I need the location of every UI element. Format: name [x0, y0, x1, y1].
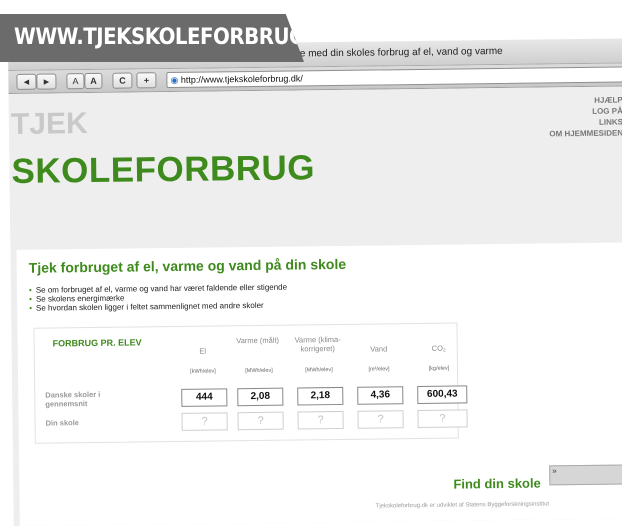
- consumption-table: FORBRUG PR. ELEV El Varme (målt) Varme (…: [33, 322, 468, 444]
- address-bar[interactable]: ◉ http://www.tjekskoleforbrug.dk/: [166, 66, 622, 89]
- unit-vand: [m³/elev]: [368, 366, 390, 373]
- feature-list: Se om forbruget af el, varme og vand har…: [29, 283, 287, 313]
- column-header-co2: CO₂: [431, 343, 446, 353]
- text-smaller-button[interactable]: A: [66, 73, 85, 90]
- web-page: TJEK SKOLEFORBRUG HJÆLP LOG PÅ LINKS OM …: [8, 86, 622, 526]
- unit-varme-maalt: [MWh/elev]: [245, 367, 273, 375]
- reload-button[interactable]: C: [112, 72, 133, 89]
- value-vand-average: 4,36: [357, 386, 404, 405]
- value-co2-average: 600,43: [417, 385, 468, 405]
- row-label-your-school: Din skole: [45, 418, 80, 428]
- column-header-vand: Vand: [370, 344, 388, 354]
- value-varme-klima-your-school: ?: [297, 410, 344, 430]
- browser-window: Tjekskoleforbrug :: Hold øje med din sko…: [8, 38, 622, 526]
- add-bookmark-button[interactable]: +: [136, 72, 157, 89]
- unit-el: [kWh/elev]: [190, 368, 216, 375]
- nav-help[interactable]: HJÆLP: [549, 94, 622, 106]
- footer-credit: Tjekskoleforbrug.dk er udviklet af State…: [375, 501, 550, 510]
- site-url-banner: WWW.TJEKSKOLEFORBRUG.DK: [0, 14, 304, 62]
- table-title: FORBRUG PR. ELEV: [52, 337, 142, 349]
- row-label-average: Danske skoler i gennemsnit: [45, 389, 101, 409]
- value-co2-your-school: ?: [417, 409, 468, 429]
- value-el-average: 444: [181, 388, 228, 407]
- column-header-varme-maalt: Varme (målt): [236, 335, 280, 346]
- find-school-button[interactable]: »: [549, 464, 622, 486]
- nav-login[interactable]: LOG PÅ: [549, 105, 622, 117]
- find-school-label: Find din skole: [453, 475, 541, 492]
- globe-icon: ◉: [170, 74, 179, 86]
- value-el-your-school: ?: [181, 412, 228, 431]
- forward-button[interactable]: ►: [36, 73, 57, 90]
- nav-links[interactable]: LINKS: [549, 116, 622, 128]
- column-header-el: El: [199, 346, 207, 356]
- logo-skoleforbrug: SKOLEFORBRUG: [11, 148, 316, 191]
- nav-about[interactable]: OM HJEMMESIDEN: [549, 127, 622, 139]
- top-nav: HJÆLP LOG PÅ LINKS OM HJEMMESIDEN: [549, 94, 622, 139]
- value-varme-klima-average: 2,18: [297, 386, 344, 406]
- list-item: Se hvordan skolen ligger i feltet sammen…: [29, 301, 287, 313]
- value-varme-maalt-your-school: ?: [237, 411, 284, 431]
- value-vand-your-school: ?: [357, 410, 404, 429]
- text-larger-button[interactable]: A: [84, 72, 103, 90]
- logo-tjek: TJEK: [10, 107, 88, 141]
- back-button[interactable]: ◄: [16, 73, 37, 90]
- unit-varme-klima: [MWh/elev]: [305, 367, 333, 374]
- banner-text: WWW.TJEKSKOLEFORBRUG.DK: [14, 25, 343, 50]
- unit-co2: [kg/elev]: [428, 365, 450, 372]
- address-text: http://www.tjekskoleforbrug.dk/: [180, 73, 303, 85]
- content-panel: Tjek forbruget af el, varme og vand på d…: [16, 242, 622, 526]
- column-header-varme-klima: Varme (klima-korrigeret): [294, 334, 341, 354]
- value-varme-maalt-average: 2,08: [237, 387, 284, 407]
- main-heading: Tjek forbruget af el, varme og vand på d…: [28, 255, 347, 276]
